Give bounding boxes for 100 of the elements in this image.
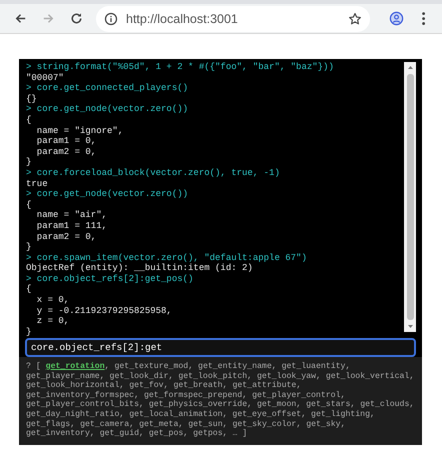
completion-item[interactable]: getpos [193,429,223,438]
completion-item[interactable]: get_player_name [26,372,100,381]
list-separator: , [247,400,252,410]
menu-icon [422,12,426,26]
completion-item[interactable]: get_sun [188,420,223,429]
completion-item[interactable]: get_luaentity [282,362,346,371]
output-line: { [26,114,32,126]
list-separator: , [409,400,414,410]
list-separator: , [409,372,414,381]
completion-item[interactable]: get_player_control_bits [26,400,140,410]
completion-item[interactable]: get_formspec_prepend [144,390,242,400]
completion-item[interactable]: get_guid [100,429,140,438]
completion-item[interactable]: get_moon [256,400,296,410]
completion-item[interactable]: get_entity_name [198,362,272,371]
completion-item[interactable]: get_inventory [26,429,90,438]
completion-item[interactable]: get_flags [26,420,70,429]
completion-item[interactable]: get_look_yaw [257,372,316,381]
completion-item[interactable]: get_breath [173,381,223,390]
output-line: param2 = 0, [36,146,96,158]
list-separator: , [164,381,169,390]
output-line: {} [26,94,37,104]
output-line: true [26,178,48,190]
completion-item[interactable]: get_fov [129,381,164,390]
completion-item[interactable]: get_eye_offset [232,410,302,419]
completion-item[interactable]: get_physics_override [148,400,248,410]
output-line: y = -0.21192379295825958, [36,306,172,316]
scroll-up-icon[interactable] [408,66,412,69]
list-separator: , [70,420,76,429]
scrollbar[interactable] [404,62,416,332]
list-separator: , [178,420,184,429]
completion-item[interactable]: get_sky [306,420,341,429]
output-line: z = 0, [36,316,70,327]
completion-item[interactable]: get_clouds [360,400,410,410]
command-line: > core.spawn_item(vector.zero(), "default:apple 67") [26,252,307,264]
completion-item[interactable]: get_player_control [252,390,341,400]
output-line: "00007" [26,72,64,84]
completion-item[interactable]: get_look_dir [110,372,169,381]
output-line: name = "ignore", [36,126,124,136]
list-separator: , [104,362,110,371]
command-input[interactable]: core.object_refs[2]:get [25,338,416,357]
list-separator: , [296,400,302,410]
completion-item[interactable]: get_lighting [311,410,370,419]
address-bar[interactable]: http://localhost:3001 [96,6,370,32]
list-separator: , [301,410,306,419]
completion-item[interactable]: get_camera [80,420,130,429]
list-separator: , [188,362,194,371]
info-icon[interactable] [104,12,118,26]
list-separator: , [350,400,356,410]
completion-item[interactable]: get_stars [306,400,350,410]
output-line: param1 = 111, [36,220,108,232]
list-separator: , [222,410,228,419]
list-separator: , [119,381,124,390]
profile-icon [388,11,404,26]
completion-item[interactable]: get_local_animation [129,410,223,419]
bookmark-star-icon[interactable] [348,12,362,26]
list-separator: , [222,381,228,390]
command-line: > core.object_refs[2]:get_pos() [26,274,194,284]
list-separator: , [340,390,346,400]
completion-item[interactable]: get_look_vertical [326,372,410,381]
completion-item[interactable]: get_sky_color [232,420,296,429]
output-line: x = 0, [36,295,70,306]
completion-item[interactable]: get_inventory_formspec [26,390,134,400]
list-separator: , [340,420,346,429]
list-separator: , [222,429,228,438]
list-separator: , [134,390,140,400]
completion-item[interactable]: get_look_horizontal [26,381,120,390]
list-separator: , [316,372,321,381]
completion-item[interactable]: get_texture_mod [114,362,188,371]
output-line: ObjectRef (entity): __builtin:item (id: 2) [26,263,253,274]
url-text: http://localhost:3001 [126,12,239,26]
list-separator: , [345,362,350,371]
completion-item[interactable]: get_pos [148,429,184,438]
list-separator: , [222,420,228,429]
completion-item[interactable]: get_rotation [46,362,105,371]
list-separator: , [370,410,375,419]
completion-suffix: … ] [232,429,248,438]
completion-item[interactable]: get_look_pitch [178,372,248,381]
output-line: } [26,242,32,253]
scroll-down-icon[interactable] [408,325,412,328]
list-separator: , [242,390,248,400]
command-line: > core.forceload_block(vector.zero(), true, -1) [26,168,280,179]
list-separator: , [139,400,144,410]
completion-item[interactable]: get_day_night_ratio [26,410,120,419]
list-separator: , [90,429,95,438]
output-line: param1 = 0, [36,136,96,147]
command-line: > core.get_node(vector.zero()) [26,189,188,200]
completion-item[interactable]: get_meta [139,420,178,429]
output-line: } [26,157,32,168]
list-separator: , [183,429,188,438]
output-line: } [26,326,32,336]
reload-icon [68,11,84,26]
command-line: > string.format("%05d", 1 + 2 * #({"foo", "bar", "baz"})) [26,62,334,73]
list-separator: , [129,420,134,429]
list-separator: , [296,381,302,390]
output-line: param2 = 0, [36,232,96,242]
list-separator: , [168,372,174,381]
list-separator: , [272,362,277,371]
command-line: > core.get_connected_players() [26,83,188,94]
command-line: > core.get_node(vector.zero()) [26,104,188,115]
completion-item[interactable]: get_attribute [232,381,296,390]
